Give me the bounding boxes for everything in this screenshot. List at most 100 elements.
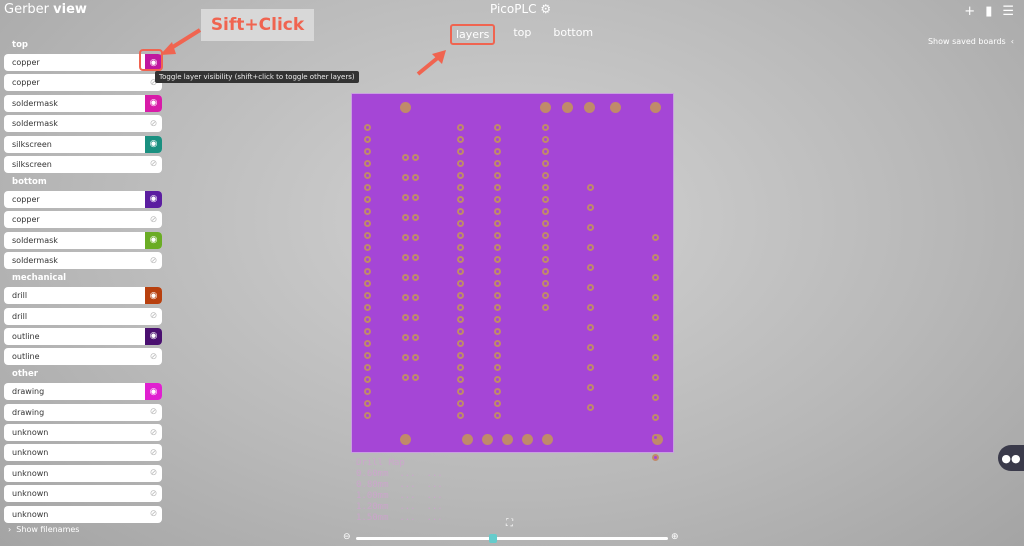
- layer-row[interactable]: drawing ⊘: [4, 403, 162, 421]
- layer-name: outline: [12, 331, 40, 341]
- pcb-pad: [494, 196, 501, 203]
- pcb-pad: [562, 102, 573, 113]
- pcb-pad: [587, 204, 594, 211]
- eye-off-icon[interactable]: ⊘: [145, 404, 162, 421]
- eye-icon[interactable]: ◉: [145, 190, 162, 208]
- pcb-pad: [494, 244, 501, 251]
- layer-row[interactable]: unknown ⊘: [4, 505, 162, 523]
- eye-off-icon[interactable]: ⊘: [145, 506, 162, 523]
- pcb-pad: [364, 388, 371, 395]
- layer-row[interactable]: outline ⊘: [4, 348, 162, 366]
- layer-row[interactable]: unknown ⊘: [4, 485, 162, 503]
- pcb-pad: [542, 434, 553, 445]
- layer-row[interactable]: unknown ⊘: [4, 464, 162, 482]
- pcb-pad: [587, 284, 594, 291]
- pcb-pad: [652, 354, 659, 361]
- eye-off-icon[interactable]: ⊘: [145, 348, 162, 365]
- layer-name: unknown: [12, 468, 49, 478]
- eye-off-icon[interactable]: ⊘: [145, 444, 162, 461]
- zoom-slider[interactable]: [356, 534, 668, 543]
- add-icon[interactable]: +: [964, 4, 975, 19]
- pcb-pad: [402, 314, 409, 321]
- pcb-pad: [457, 292, 464, 299]
- layer-row[interactable]: soldermask ◉: [4, 94, 162, 112]
- eye-off-icon[interactable]: ⊘: [145, 485, 162, 502]
- pcb-pad: [542, 208, 549, 215]
- tab-layers[interactable]: layers: [450, 24, 496, 45]
- eye-off-icon[interactable]: ⊘: [145, 252, 162, 269]
- pcb-pad: [494, 280, 501, 287]
- pcb-pad: [364, 220, 371, 227]
- layer-row[interactable]: copper ⊘: [4, 211, 162, 229]
- eye-icon[interactable]: ◉: [145, 383, 162, 401]
- app-title: Gerber view: [4, 2, 87, 17]
- pcb-pad: [364, 316, 371, 323]
- pcb-pad: [364, 328, 371, 335]
- pcb-pad: [457, 364, 464, 371]
- layer-name: drill: [12, 291, 28, 301]
- pcb-pad: [412, 154, 419, 161]
- fullscreen-icon[interactable]: ⛶: [506, 518, 513, 529]
- layer-row[interactable]: unknown ⊘: [4, 424, 162, 442]
- pcb-pad: [542, 124, 549, 131]
- pcb-pad: [587, 224, 594, 231]
- eye-icon[interactable]: ◉: [145, 135, 162, 153]
- layer-name: silkscreen: [12, 159, 52, 169]
- pcb-pad: [364, 256, 371, 263]
- eye-icon[interactable]: ◉: [145, 231, 162, 249]
- layer-row[interactable]: silkscreen ⊘: [4, 155, 162, 173]
- layer-name: unknown: [12, 489, 49, 499]
- layer-row[interactable]: soldermask ◉: [4, 231, 162, 249]
- layer-row[interactable]: drawing ◉: [4, 383, 162, 401]
- pcb-pad: [457, 328, 464, 335]
- pcb-render[interactable]: [351, 93, 674, 461]
- eye-off-icon[interactable]: ⊘: [145, 211, 162, 228]
- pcb-pad: [457, 352, 464, 359]
- pcb-pad: [412, 274, 419, 281]
- show-filenames-toggle[interactable]: › Show filenames: [8, 525, 79, 534]
- pcb-pad: [364, 136, 371, 143]
- settings-icon[interactable]: ⚙: [540, 2, 551, 16]
- layer-row[interactable]: soldermask ⊘: [4, 115, 162, 133]
- layer-row[interactable]: unknown ⊘: [4, 444, 162, 462]
- layer-row[interactable]: drill ⊘: [4, 307, 162, 325]
- pcb-pad: [494, 232, 501, 239]
- pcb-pad: [457, 160, 464, 167]
- pcb-pad: [542, 184, 549, 191]
- pcb-pad: [542, 268, 549, 275]
- tab-top[interactable]: top: [509, 24, 535, 45]
- layer-row[interactable]: copper ⊘: [4, 74, 162, 92]
- eye-icon[interactable]: ◉: [145, 327, 162, 345]
- pcb-pad: [494, 328, 501, 335]
- layer-row[interactable]: soldermask ⊘: [4, 252, 162, 270]
- layer-row[interactable]: silkscreen ◉: [4, 135, 162, 153]
- pcb-pad: [400, 102, 411, 113]
- layer-name: unknown: [12, 448, 49, 458]
- show-saved-boards[interactable]: Show saved boards ‹: [928, 37, 1014, 46]
- file-icon[interactable]: ▮: [985, 4, 992, 19]
- pcb-pad: [364, 232, 371, 239]
- zoom-slider-thumb[interactable]: [489, 534, 498, 543]
- zoom-in-icon[interactable]: ⊕: [671, 532, 679, 542]
- tab-bottom[interactable]: bottom: [549, 24, 597, 45]
- eye-icon[interactable]: ◉: [145, 287, 162, 305]
- layer-row[interactable]: outline ◉: [4, 327, 162, 345]
- settings-sliders-icon[interactable]: ☰: [1002, 4, 1014, 19]
- pcb-pad: [542, 304, 549, 311]
- eye-off-icon[interactable]: ⊘: [145, 156, 162, 173]
- annotation-highlight: [139, 49, 163, 71]
- pcb-pad: [542, 136, 549, 143]
- zoom-out-icon[interactable]: ⊖: [343, 532, 351, 542]
- layer-row[interactable]: drill ◉: [4, 287, 162, 305]
- eye-off-icon[interactable]: ⊘: [145, 115, 162, 132]
- layer-name: soldermask: [12, 119, 58, 129]
- layer-row[interactable]: copper ◉: [4, 190, 162, 208]
- eye-off-icon[interactable]: ⊘: [145, 465, 162, 482]
- pcb-pad: [494, 316, 501, 323]
- eye-icon[interactable]: ◉: [145, 94, 162, 112]
- eye-off-icon[interactable]: ⊘: [145, 424, 162, 441]
- pcb-pad: [457, 304, 464, 311]
- layer-name: copper: [12, 78, 40, 88]
- chat-widget-icon[interactable]: ●●: [998, 445, 1024, 471]
- eye-off-icon[interactable]: ⊘: [145, 308, 162, 325]
